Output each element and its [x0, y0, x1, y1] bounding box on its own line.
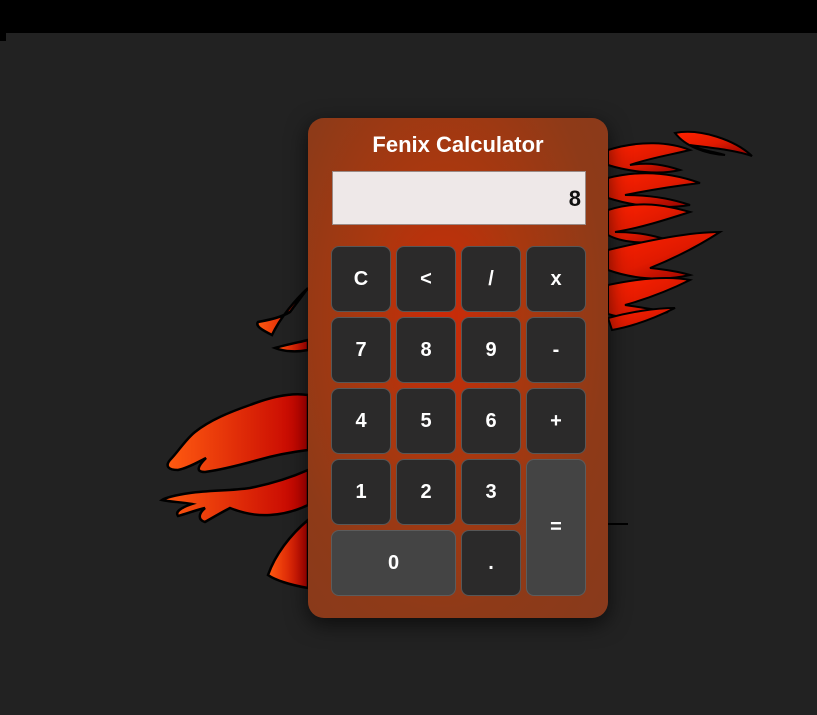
subtract-button[interactable]: -: [526, 317, 586, 383]
key-7-button[interactable]: 7: [331, 317, 391, 383]
key-5-button[interactable]: 5: [396, 388, 456, 454]
calculator-title: Fenix Calculator: [372, 132, 544, 157]
key-4-button[interactable]: 4: [331, 388, 391, 454]
multiply-button[interactable]: x: [526, 246, 586, 312]
key-3-button[interactable]: 3: [461, 459, 521, 525]
backspace-button[interactable]: <: [396, 246, 456, 312]
key-1-button[interactable]: 1: [331, 459, 391, 525]
calculator-display[interactable]: 8: [332, 171, 586, 225]
phoenix-flames: [606, 130, 753, 332]
key-8-button[interactable]: 8: [396, 317, 456, 383]
decimal-button[interactable]: .: [461, 530, 521, 596]
key-2-button[interactable]: 2: [396, 459, 456, 525]
calculator: Fenix Calculator 8 C < / x 7 8 9 - 4 5 6…: [308, 118, 608, 618]
key-9-button[interactable]: 9: [461, 317, 521, 383]
add-button[interactable]: +: [526, 388, 586, 454]
key-0-button[interactable]: 0: [331, 530, 456, 596]
key-6-button[interactable]: 6: [461, 388, 521, 454]
phoenix-body: [158, 287, 310, 590]
divide-button[interactable]: /: [461, 246, 521, 312]
clear-button[interactable]: C: [331, 246, 391, 312]
equals-button[interactable]: =: [526, 459, 586, 596]
